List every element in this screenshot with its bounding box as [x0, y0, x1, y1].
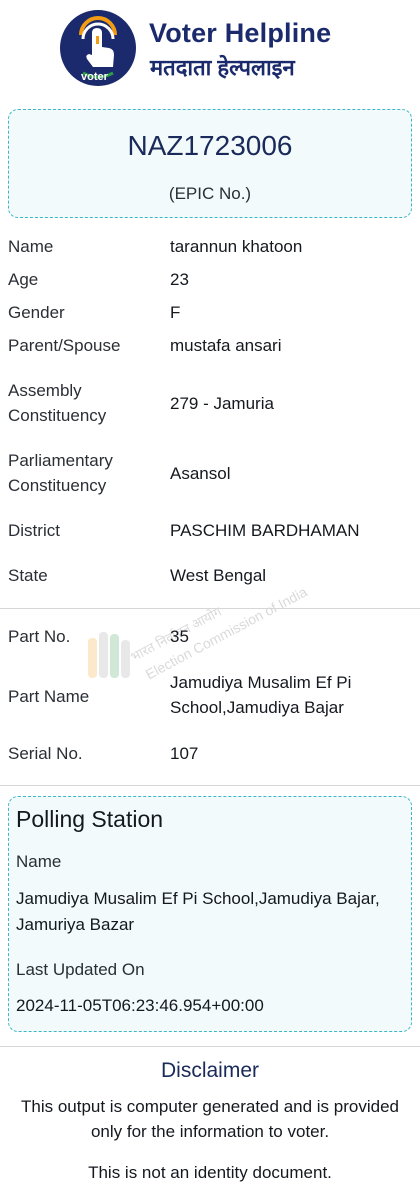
detail-value: Jamudiya Musalim Ef Pi School,Jamudiya B…: [170, 673, 352, 717]
logo-caption: voter: [81, 71, 109, 83]
last-updated-value: 2024-11-05T06:23:46.954+00:00: [16, 996, 264, 1015]
disclaimer-note: This is not an identity document.: [88, 1163, 332, 1182]
detail-value: 23: [170, 270, 189, 289]
epic-card: NAZ1723006 (EPIC No.): [8, 109, 412, 218]
section-divider: [0, 785, 420, 786]
detail-value: 35: [170, 627, 189, 646]
detail-value: tarannun khatoon: [170, 237, 303, 256]
detail-label: Name: [8, 237, 54, 256]
voter-helpline-logo: voter: [60, 10, 136, 86]
eci-fingers-icon: [88, 632, 130, 678]
detail-label: Parent/Spouse: [8, 336, 121, 355]
epic-number: NAZ1723006: [127, 130, 293, 161]
detail-label: Age: [8, 270, 39, 289]
detail-label: Serial No.: [8, 744, 83, 763]
detail-label: State: [8, 566, 48, 585]
detail-value: PASCHIM BARDHAMAN: [170, 521, 360, 540]
polling-station-title: Polling Station: [16, 806, 164, 832]
epic-caption: (EPIC No.): [168, 184, 252, 203]
app-title: Voter Helpline: [149, 18, 332, 48]
detail-label: Part No.: [8, 627, 71, 646]
detail-value: mustafa ansari: [170, 336, 282, 355]
disclaimer-text: This output is computer generated and is…: [20, 1097, 399, 1141]
detail-value: 107: [170, 744, 199, 763]
polling-station-card: Polling Station Name Jamudiya Musalim Ef…: [8, 796, 412, 1032]
detail-label: Part Name: [8, 687, 90, 706]
detail-label: Parliamentary Constituency: [8, 451, 113, 495]
section-divider: [0, 608, 420, 609]
app-title-hindi: मतदाता हेल्पलाइन: [150, 55, 295, 80]
detail-label: District: [8, 521, 60, 540]
disclaimer-title: Disclaimer: [160, 1059, 259, 1082]
detail-label: Gender: [8, 303, 65, 322]
detail-value: Asansol: [170, 464, 231, 483]
detail-label: Assembly Constituency: [8, 381, 107, 425]
detail-value: 279 - Jamuria: [170, 394, 274, 413]
polling-station-name: Jamudiya Musalim Ef Pi School,Jamudiya B…: [16, 889, 380, 934]
section-divider: [0, 1046, 420, 1047]
polling-station-name-label: Name: [16, 852, 62, 871]
last-updated-label: Last Updated On: [16, 960, 145, 979]
detail-value: F: [170, 303, 181, 322]
detail-value: West Bengal: [170, 566, 267, 585]
app-header: voter Voter Helpline मतदाता हेल्पलाइन: [0, 0, 420, 95]
